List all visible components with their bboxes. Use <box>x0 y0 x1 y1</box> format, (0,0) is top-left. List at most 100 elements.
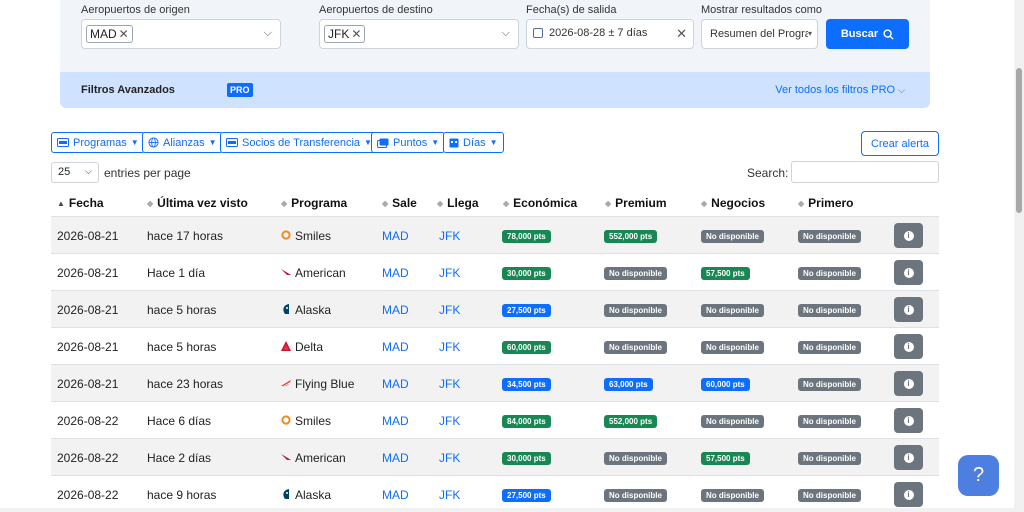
primero-badge[interactable]: No disponible <box>798 267 861 280</box>
primero-badge[interactable]: No disponible <box>798 230 861 243</box>
crear-alerta-button[interactable]: Crear alerta <box>861 131 939 156</box>
info-button[interactable]: i <box>894 297 923 322</box>
col-economica[interactable]: ◆ Económica <box>503 196 577 210</box>
primero-badge[interactable]: No disponible <box>798 415 861 428</box>
negocios-badge[interactable]: 60,000 pts <box>701 378 750 391</box>
premium-badge[interactable]: No disponible <box>604 452 667 465</box>
puntos-filter-button[interactable]: Puntos ▼ <box>371 132 446 153</box>
llega-link[interactable]: JFK <box>439 303 460 317</box>
primero-badge[interactable]: No disponible <box>798 489 861 502</box>
economica-badge[interactable]: 78,000 pts <box>502 230 551 243</box>
premium-badge[interactable]: No disponible <box>604 267 667 280</box>
sale-link[interactable]: MAD <box>382 377 409 391</box>
alianzas-filter-button[interactable]: Alianzas ▼ <box>142 132 223 153</box>
premium-badge[interactable]: 552,000 pts <box>604 415 658 428</box>
premium-badge[interactable]: 552,000 pts <box>604 230 658 243</box>
fecha-cell: 2026-08-21 <box>57 377 119 391</box>
primero-badge[interactable]: No disponible <box>798 452 861 465</box>
dias-filter-button[interactable]: Días ▼ <box>443 132 504 153</box>
chevron-down-icon[interactable]: ⌵ <box>264 27 272 40</box>
negocios-badge[interactable]: No disponible <box>701 230 764 243</box>
llega-link[interactable]: JFK <box>439 229 460 243</box>
info-button[interactable]: i <box>894 371 923 396</box>
programas-filter-button[interactable]: Programas ▼ <box>51 132 145 153</box>
primero-badge[interactable]: No disponible <box>798 304 861 317</box>
horizontal-scrollbar[interactable] <box>0 508 1014 512</box>
col-premium[interactable]: ◆ Premium <box>605 196 667 210</box>
negocios-badge[interactable]: 57,500 pts <box>701 267 750 280</box>
economica-badge[interactable]: 27,500 pts <box>502 304 551 317</box>
sale-link[interactable]: MAD <box>382 414 409 428</box>
help-button[interactable]: ? <box>958 455 999 496</box>
negocios-badge[interactable]: No disponible <box>701 304 764 317</box>
dest-select[interactable]: JFK ✕ ⌵ <box>319 19 519 49</box>
sale-link[interactable]: MAD <box>382 229 409 243</box>
economica-badge[interactable]: 27,500 pts <box>502 489 551 502</box>
economica-badge[interactable]: 84,000 pts <box>502 415 551 428</box>
sale-link[interactable]: MAD <box>382 266 409 280</box>
sale-link[interactable]: MAD <box>382 451 409 465</box>
economica-badge[interactable]: 34,500 pts <box>502 378 551 391</box>
scrollbar-thumb[interactable] <box>1016 68 1022 213</box>
visto-cell: hace 17 horas <box>147 229 224 243</box>
info-icon: i <box>903 230 914 241</box>
info-button[interactable]: i <box>894 260 923 285</box>
remove-chip-icon[interactable]: ✕ <box>119 27 129 41</box>
premium-badge[interactable]: No disponible <box>604 304 667 317</box>
llega-link[interactable]: JFK <box>439 451 460 465</box>
llega-link[interactable]: JFK <box>439 377 460 391</box>
entries-per-page-select[interactable]: 25 ⌵ <box>51 162 99 183</box>
dest-label: Aeropuertos de destino <box>319 4 433 16</box>
table-search-input[interactable] <box>791 161 939 183</box>
llega-link[interactable]: JFK <box>439 488 460 502</box>
info-button[interactable]: i <box>894 223 923 248</box>
info-button[interactable]: i <box>894 445 923 470</box>
date-input[interactable]: 2026-08-28 ± 7 días ✕ <box>526 19 694 49</box>
negocios-badge[interactable]: No disponible <box>701 489 764 502</box>
col-primero[interactable]: ◆ Primero <box>798 196 854 210</box>
premium-badge[interactable]: 63,000 pts <box>604 378 653 391</box>
col-visto[interactable]: ◆ Última vez visto <box>147 196 248 210</box>
llega-link[interactable]: JFK <box>439 414 460 428</box>
col-sale[interactable]: ◆ Sale <box>382 196 417 210</box>
llega-link[interactable]: JFK <box>439 340 460 354</box>
negocios-badge[interactable]: No disponible <box>701 415 764 428</box>
economica-badge[interactable]: 30,000 pts <box>502 452 551 465</box>
col-negocios[interactable]: ◆ Negocios <box>701 196 765 210</box>
info-button[interactable]: i <box>894 482 923 507</box>
economica-badge[interactable]: 60,000 pts <box>502 341 551 354</box>
sort-icon: ◆ <box>701 198 708 208</box>
col-llega[interactable]: ◆ Llega <box>437 196 479 210</box>
sale-link[interactable]: MAD <box>382 303 409 317</box>
origin-chip[interactable]: MAD ✕ <box>86 25 133 43</box>
remove-chip-icon[interactable]: ✕ <box>351 27 361 41</box>
show-select[interactable]: Resumen del Programa ▾ <box>701 19 818 49</box>
primero-badge[interactable]: No disponible <box>798 341 861 354</box>
clear-icon[interactable]: ✕ <box>676 26 687 42</box>
negocios-badge[interactable]: 57,500 pts <box>701 452 750 465</box>
dest-chip[interactable]: JFK ✕ <box>324 25 366 43</box>
view-pro-filters-link[interactable]: Ver todos los filtros PRO ⌵ <box>775 84 905 96</box>
info-button[interactable]: i <box>894 334 923 359</box>
chevron-down-icon[interactable]: ⌵ <box>502 27 510 40</box>
llega-link[interactable]: JFK <box>439 266 460 280</box>
premium-badge[interactable]: No disponible <box>604 341 667 354</box>
primero-badge[interactable]: No disponible <box>798 378 861 391</box>
info-button[interactable]: i <box>894 408 923 433</box>
sale-link[interactable]: MAD <box>382 340 409 354</box>
table-header: ▲ Fecha ◆ Última vez visto ◆ Programa ◆ Sale… <box>51 192 939 216</box>
advanced-filters-bar[interactable]: Filtros Avanzados PRO Ver todos los filt… <box>60 72 930 108</box>
col-programa[interactable]: ◆ Programa <box>281 196 347 210</box>
socios-filter-button[interactable]: Socios de Transferencia ▼ <box>220 132 378 153</box>
economica-badge[interactable]: 30,000 pts <box>502 267 551 280</box>
cards-icon <box>377 138 389 148</box>
origin-select[interactable]: MAD ✕ ⌵ <box>81 19 281 49</box>
visto-cell: hace 9 horas <box>147 488 217 502</box>
advanced-filters-title: Filtros Avanzados <box>81 84 175 96</box>
sale-link[interactable]: MAD <box>382 488 409 502</box>
negocios-badge[interactable]: No disponible <box>701 341 764 354</box>
search-button[interactable]: Buscar <box>826 19 909 49</box>
col-fecha[interactable]: ▲ Fecha <box>57 196 104 210</box>
vertical-scrollbar[interactable] <box>1014 0 1024 512</box>
premium-badge[interactable]: No disponible <box>604 489 667 502</box>
